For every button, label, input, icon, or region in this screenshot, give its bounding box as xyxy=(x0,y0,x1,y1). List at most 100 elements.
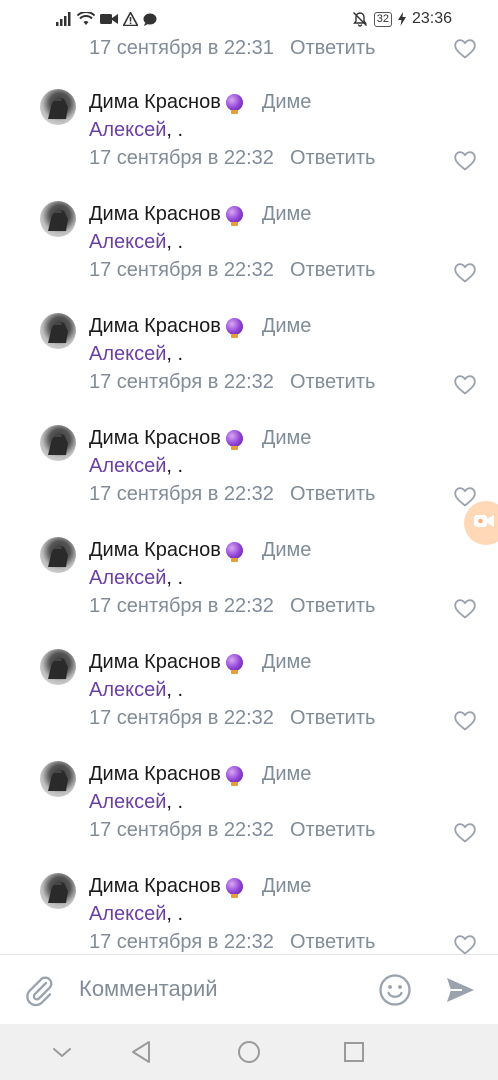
avatar[interactable] xyxy=(40,313,76,349)
reply-button[interactable]: Ответить xyxy=(290,38,376,60)
avatar[interactable] xyxy=(40,89,76,125)
avatar[interactable] xyxy=(40,537,76,573)
comment-header: Дима Краснов Диме xyxy=(89,763,311,786)
comment-meta: 17 сентября в 22:32 Ответить xyxy=(89,707,375,730)
back-icon[interactable] xyxy=(128,1038,156,1066)
author-name[interactable]: Дима Краснов xyxy=(89,91,221,114)
crystal-ball-icon xyxy=(225,318,243,338)
emoji-icon[interactable] xyxy=(378,973,412,1007)
comment-body: , . xyxy=(166,791,184,813)
comment-body: , . xyxy=(166,231,184,253)
comment-header: Дима Краснов Диме xyxy=(89,651,311,674)
comment-meta: 17 сентября в 22:32 Ответить xyxy=(89,819,375,842)
reply-to-label: Диме xyxy=(261,651,312,673)
comment-date: 17 сентября в 22:32 xyxy=(89,259,274,281)
comment-header: Дима Краснов Диме xyxy=(89,427,311,450)
chevron-down-icon[interactable] xyxy=(48,1038,76,1066)
home-icon[interactable] xyxy=(235,1038,263,1066)
wifi-icon xyxy=(77,12,95,26)
comment-body: , . xyxy=(166,343,184,365)
author-name[interactable]: Дима Краснов xyxy=(89,315,221,338)
crystal-ball-icon xyxy=(225,206,243,226)
author-name[interactable]: Дима Краснов xyxy=(89,203,221,226)
comment-text: Алексей, . xyxy=(89,455,183,478)
comment-text: Алексей, . xyxy=(89,791,183,814)
author-name[interactable]: Дима Краснов xyxy=(89,875,221,898)
paperclip-icon[interactable] xyxy=(22,973,56,1007)
comment-input[interactable] xyxy=(79,976,359,1002)
mention-link[interactable]: Алексей xyxy=(89,567,166,589)
comment-item: Дима Краснов Диме Алексей, . 17 сентября… xyxy=(0,414,498,526)
comment-date: 17 сентября в 22:32 xyxy=(89,371,274,393)
crystal-ball-icon xyxy=(225,766,243,786)
comment-item: Дима Краснов Диме Алексей, . 17 сентября… xyxy=(0,862,498,954)
like-icon[interactable] xyxy=(454,711,476,731)
send-icon[interactable] xyxy=(444,974,476,1006)
comment-input-bar xyxy=(0,954,498,1024)
like-icon[interactable] xyxy=(454,935,476,954)
mention-link[interactable]: Алексей xyxy=(89,455,166,477)
like-icon[interactable] xyxy=(454,823,476,843)
mention-link[interactable]: Алексей xyxy=(89,343,166,365)
crystal-ball-icon xyxy=(225,430,243,450)
like-icon[interactable] xyxy=(454,375,476,395)
comment-body: , . xyxy=(166,119,184,141)
mention-link[interactable]: Алексей xyxy=(89,119,166,141)
comment-text: Алексей, . xyxy=(89,343,183,366)
status-bar: 32 23:36 xyxy=(0,0,498,38)
signal-icon xyxy=(56,12,72,26)
reply-button[interactable]: Ответить xyxy=(290,707,376,730)
author-name[interactable]: Дима Краснов xyxy=(89,539,221,562)
mention-link[interactable]: Алексей xyxy=(89,679,166,701)
comment-item: Дима Краснов Диме Алексей, . 17 сентября… xyxy=(0,526,498,638)
comment-date: 17 сентября в 22:32 xyxy=(89,931,274,953)
reply-button[interactable]: Ответить xyxy=(290,819,376,842)
comments-feed[interactable]: 17 сентября в 22:31 Ответить Дима Красно… xyxy=(0,38,498,954)
comment-item: Дима Краснов Диме Алексей, . 17 сентября… xyxy=(0,750,498,862)
comment-date: 17 сентября в 22:32 xyxy=(89,819,274,841)
avatar[interactable] xyxy=(40,649,76,685)
comment-body: , . xyxy=(166,903,184,925)
avatar[interactable] xyxy=(40,201,76,237)
avatar[interactable] xyxy=(40,425,76,461)
like-icon[interactable] xyxy=(454,599,476,619)
recents-icon[interactable] xyxy=(340,1038,368,1066)
comment-meta: 17 сентября в 22:32 Ответить xyxy=(89,259,375,282)
warning-icon xyxy=(123,12,138,26)
comment-item: Дима Краснов Диме Алексей, . 17 сентября… xyxy=(0,78,498,190)
author-name[interactable]: Дима Краснов xyxy=(89,651,221,674)
avatar[interactable] xyxy=(40,873,76,909)
author-name[interactable]: Дима Краснов xyxy=(89,763,221,786)
comment-date: 17 сентября в 22:31 xyxy=(89,38,274,59)
reply-button[interactable]: Ответить xyxy=(290,483,376,506)
reply-button[interactable]: Ответить xyxy=(290,931,376,954)
mention-link[interactable]: Алексей xyxy=(89,903,166,925)
mention-link[interactable]: Алексей xyxy=(89,791,166,813)
reply-button[interactable]: Ответить xyxy=(290,259,376,282)
like-icon[interactable] xyxy=(454,39,476,59)
avatar[interactable] xyxy=(40,761,76,797)
author-name[interactable]: Дима Краснов xyxy=(89,427,221,450)
comment-item: Дима Краснов Диме Алексей, . 17 сентября… xyxy=(0,638,498,750)
chat-icon xyxy=(143,13,157,26)
comment-date: 17 сентября в 22:32 xyxy=(89,483,274,505)
reply-button[interactable]: Ответить xyxy=(290,595,376,618)
mention-link[interactable]: Алексей xyxy=(89,231,166,253)
comment-meta: 17 сентября в 22:32 Ответить xyxy=(89,483,375,506)
reply-button[interactable]: Ответить xyxy=(290,371,376,394)
video-camera-icon xyxy=(474,514,494,533)
comment-date: 17 сентября в 22:32 xyxy=(89,595,274,617)
like-icon[interactable] xyxy=(454,263,476,283)
comment-body: , . xyxy=(166,455,184,477)
comment-text: Алексей, . xyxy=(89,679,183,702)
comment-meta: 17 сентября в 22:32 Ответить xyxy=(89,931,375,954)
reply-to-label: Диме xyxy=(261,763,312,785)
reply-to-label: Диме xyxy=(261,315,312,337)
mute-icon xyxy=(352,11,368,27)
crystal-ball-icon xyxy=(225,878,243,898)
first-comment-meta: 17 сентября в 22:31 Ответить xyxy=(89,38,375,60)
reply-button[interactable]: Ответить xyxy=(290,147,376,170)
like-icon[interactable] xyxy=(454,151,476,171)
reply-to-label: Диме xyxy=(261,539,312,561)
comment-text: Алексей, . xyxy=(89,231,183,254)
